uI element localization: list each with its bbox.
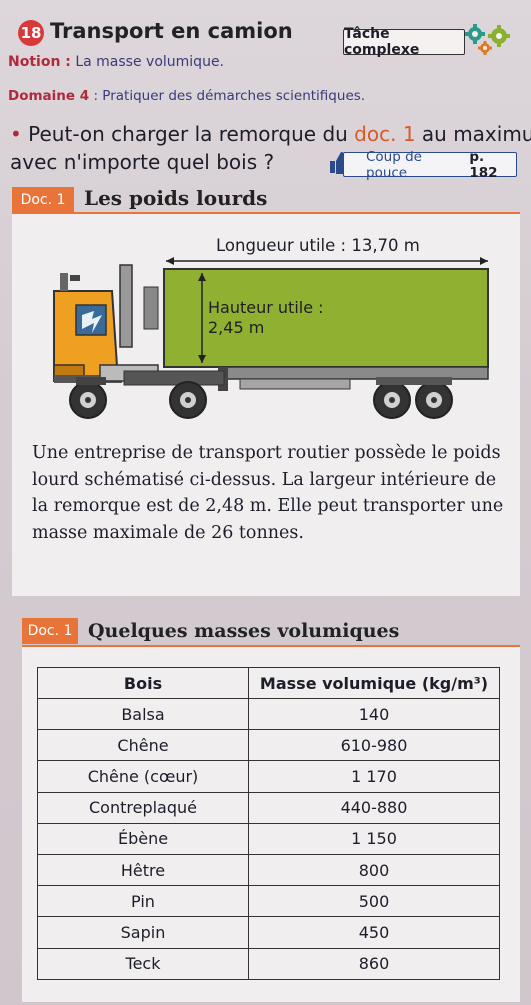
doc2-title: Quelques masses volumiques (88, 620, 400, 642)
domaine-line: Domaine 4 : Pratiquer des démarches scie… (8, 88, 366, 104)
table-header-row: Bois Masse volumique (kg/m³) (37, 667, 500, 699)
table-row: Chêne 610-980 (37, 729, 500, 762)
wood-name: Balsa (37, 697, 249, 731)
density-value: 1 150 (248, 822, 500, 855)
length-label: Longueur utile : 13,70 m (216, 236, 420, 255)
table-row: Teck 860 (37, 947, 500, 980)
density-value: 450 (248, 916, 500, 949)
density-value: 860 (248, 947, 500, 980)
doc1-title: Les poids lourds (84, 186, 268, 210)
wood-name: Pin (37, 885, 249, 918)
table-row: Hêtre 800 (37, 853, 500, 887)
column-header-masse: Masse volumique (kg/m³) (248, 667, 500, 699)
doc2-label: Doc. 1 (22, 618, 78, 644)
wood-name: Ébène (37, 822, 249, 855)
question-line-1: • Peut-on charger la remorque du doc. 1 … (10, 122, 531, 146)
exercise-title: Transport en camion (50, 19, 293, 43)
density-value: 610-980 (248, 729, 500, 762)
wood-name: Chêne (37, 729, 249, 762)
wood-name: Chêne (cœur) (37, 760, 249, 793)
wood-name: Sapin (37, 916, 249, 949)
exercise-number-badge: 18 (18, 20, 44, 46)
question-line-2: avec n'importe quel bois ? (10, 150, 275, 174)
notion-line: Notion : La masse volumique. (8, 54, 225, 70)
gears-icon (465, 24, 510, 55)
table-row: Contreplaqué 440-880 (37, 791, 500, 824)
coup-de-pouce-hint: Coup de pouce p. 182 (343, 149, 517, 181)
height-label: Hauteur utile :2,45 m (208, 298, 324, 337)
wood-name: Contreplaqué (37, 791, 249, 824)
density-value: 500 (248, 885, 500, 918)
doc1-paragraph: Une entreprise de transport routier poss… (32, 443, 504, 543)
task-complexe-tag: Tâche complexe (343, 26, 465, 58)
density-value: 1 170 (248, 760, 500, 793)
table-row: Sapin 450 (37, 916, 500, 949)
density-value: 140 (248, 697, 500, 731)
table-row: Balsa 140 (37, 697, 500, 731)
table-row: Ébène 1 150 (37, 822, 500, 855)
column-header-bois: Bois (37, 667, 249, 699)
density-table: Bois Masse volumique (kg/m³) Balsa 140 Ch… (37, 667, 500, 980)
wood-name: Teck (37, 947, 249, 980)
textbook-page: 18 Transport en camion Tâche complexe No… (0, 0, 531, 1005)
doc1-label: Doc. 1 (12, 187, 74, 213)
density-value: 440-880 (248, 791, 500, 824)
wood-name: Hêtre (37, 853, 249, 887)
table-row: Pin 500 (37, 885, 500, 918)
density-value: 800 (248, 853, 500, 887)
table-row: Chêne (cœur) 1 170 (37, 760, 500, 793)
